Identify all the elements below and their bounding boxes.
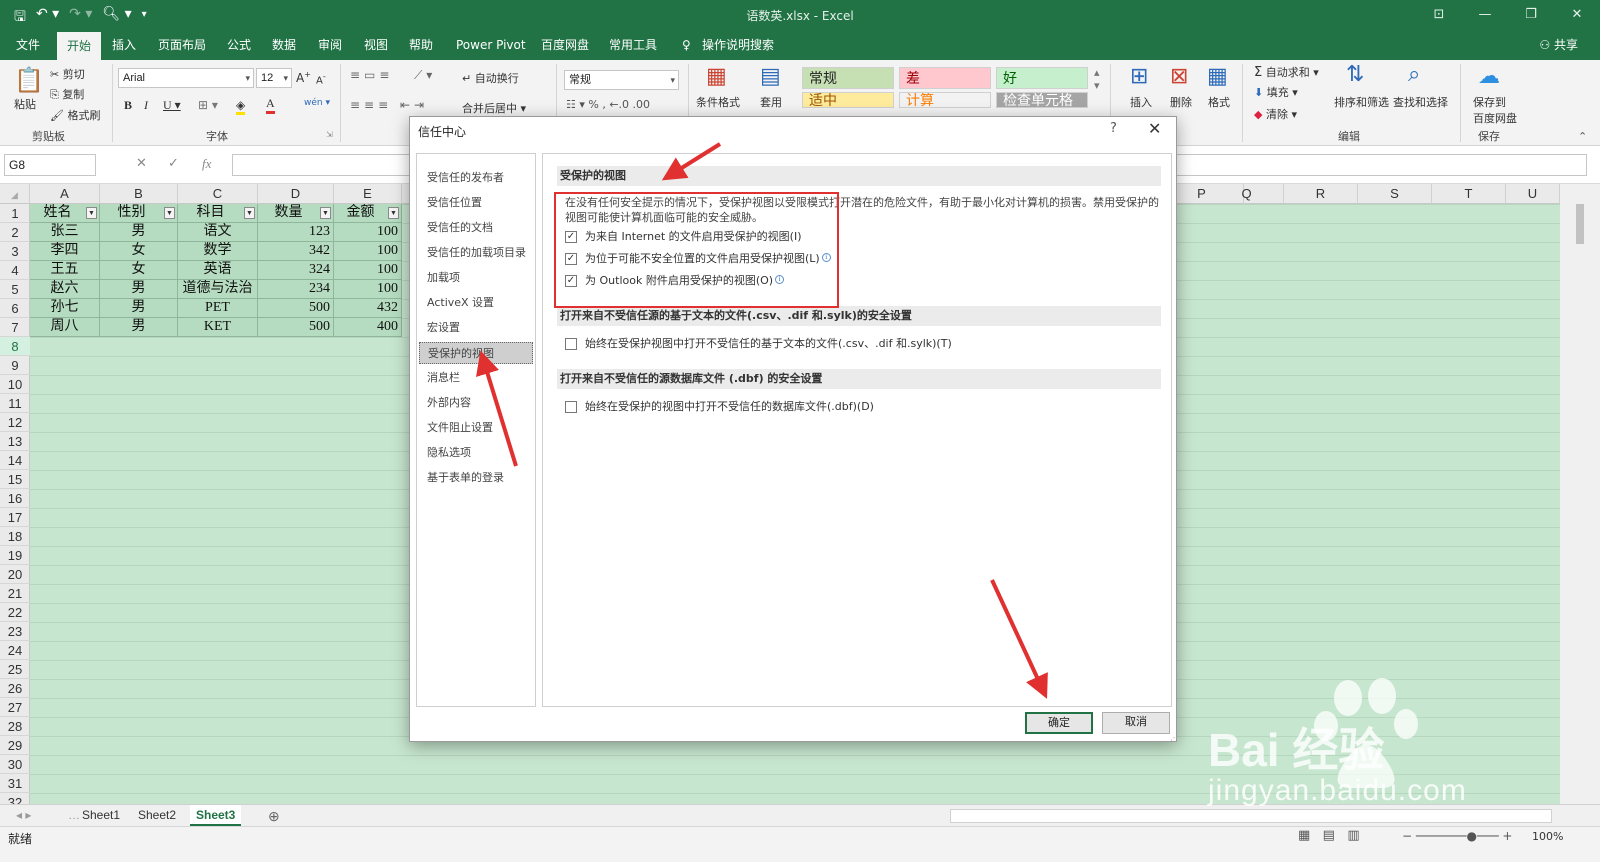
arrow-to-ok-button [990, 579, 1048, 699]
annotation-arrows [476, 142, 1048, 699]
arrow-to-nav-item [476, 350, 518, 467]
arrow-to-section-title [661, 142, 722, 181]
